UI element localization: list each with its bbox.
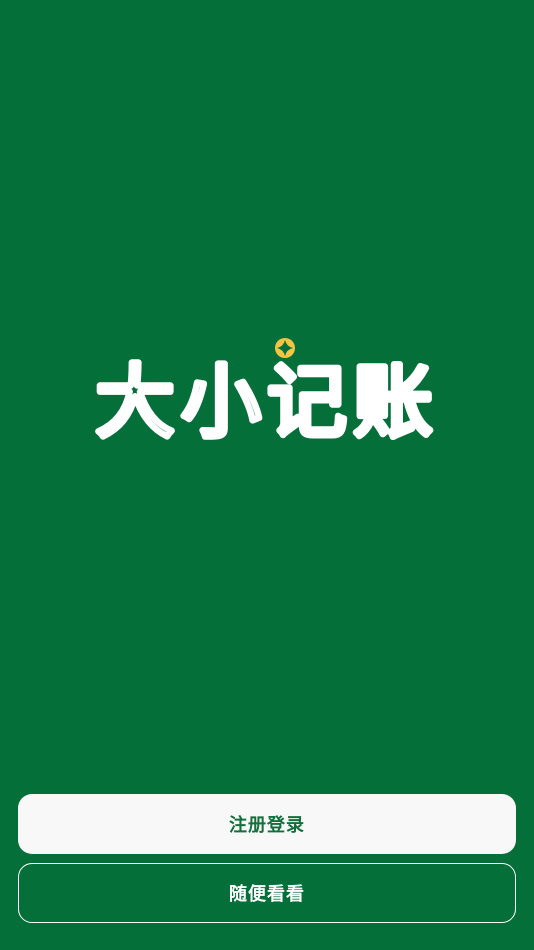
app-logo-wordmark: 大小记账	[95, 338, 439, 440]
register-login-button[interactable]: 注册登录	[18, 794, 516, 854]
sparkle-icon	[275, 338, 295, 358]
app-logo: 大小记账	[95, 336, 440, 440]
logo-text-outline: 大小记账	[95, 356, 439, 440]
browse-button[interactable]: 随便看看	[18, 863, 516, 923]
logo-char: 记	[267, 356, 353, 440]
logo-char: 大	[95, 356, 181, 440]
browse-label: 随便看看	[229, 884, 305, 905]
logo-char: 账	[353, 356, 439, 440]
logo-char: 小	[181, 356, 267, 440]
register-login-label: 注册登录	[229, 815, 305, 836]
